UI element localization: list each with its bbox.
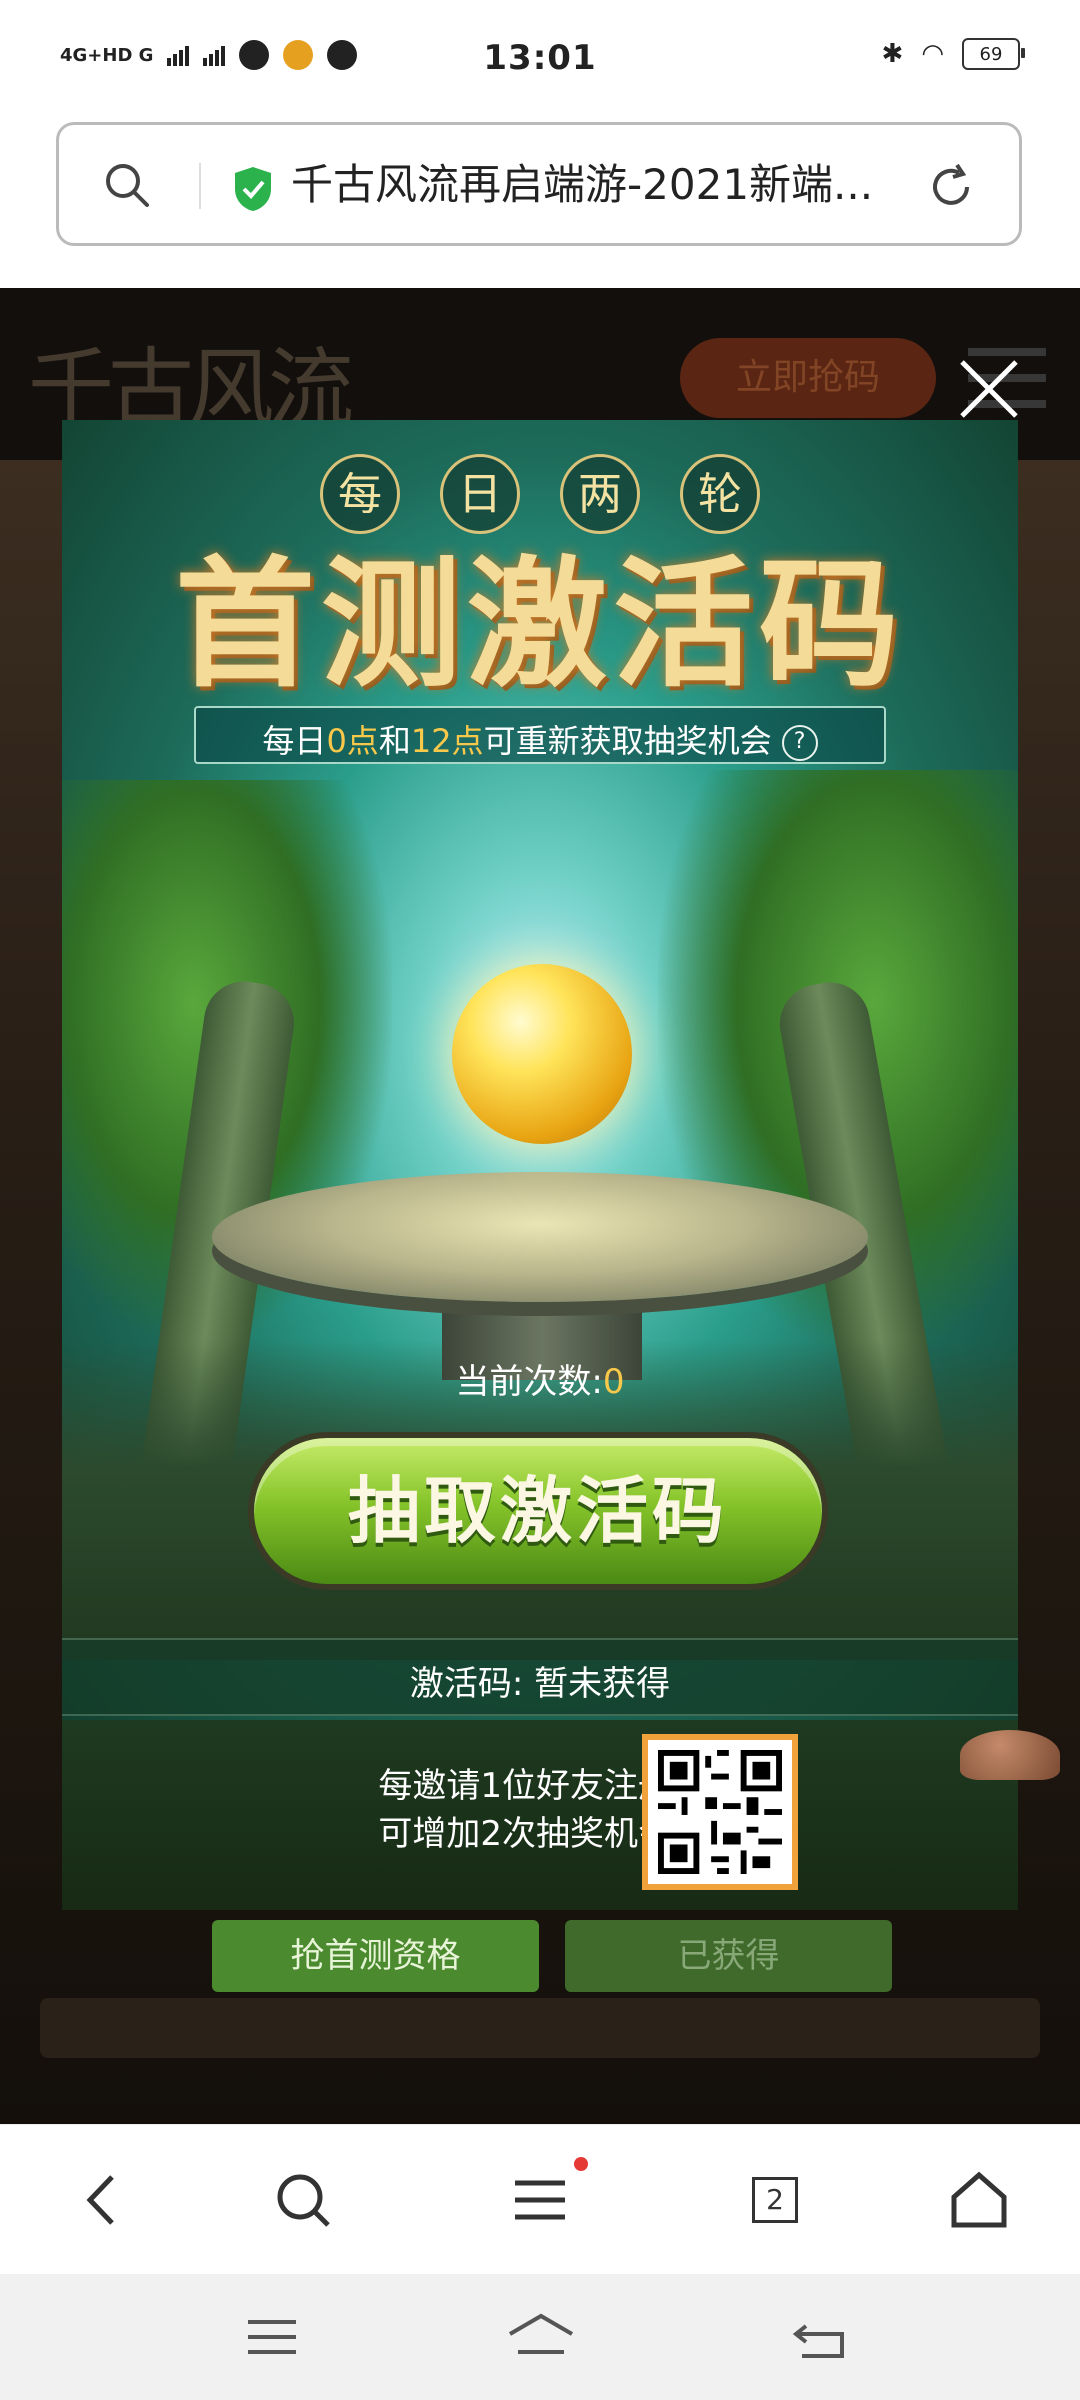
stone-altar (212, 1172, 868, 1302)
menu-icon[interactable] (505, 2165, 575, 2235)
wifi-icon: ◠ (921, 39, 944, 69)
battery-icon: 69 (962, 38, 1025, 70)
wood-bar (40, 1998, 1040, 2058)
close-icon[interactable] (954, 354, 1024, 424)
page-title[interactable]: 千古风流再启端游-2021新端... (291, 153, 931, 217)
activation-code-status: 激活码: 暂未获得 (409, 1664, 671, 1704)
back-icon[interactable] (68, 2165, 138, 2235)
system-nav-bar (0, 2274, 1080, 2400)
recent-apps-icon[interactable] (242, 2312, 302, 2362)
subtitle-text: 每日 (262, 722, 327, 760)
home-icon[interactable] (944, 2165, 1014, 2235)
count-label: 当前次数: (455, 1362, 603, 1402)
reload-icon[interactable] (923, 159, 979, 215)
invite-line-2: 可增加2次抽奖机会 (378, 1814, 672, 1854)
search-icon[interactable] (103, 161, 151, 209)
notification-dot (574, 2157, 588, 2171)
secure-shield-icon (235, 167, 271, 211)
tab-grab-qualification[interactable]: 抢首测资格 (212, 1920, 539, 1992)
modal-title: 首测激活码 (174, 543, 905, 707)
qr-icon (658, 1750, 782, 1874)
search-icon[interactable] (268, 2165, 338, 2235)
draw-code-button[interactable]: 抽取激活码 (248, 1432, 828, 1590)
status-bar: 4G+HD G 13:01 ✱ ◠ 69 (0, 0, 1080, 110)
invite-line-1: 每邀请1位好友注册 (378, 1766, 672, 1806)
status-right: ✱ ◠ 69 (881, 38, 1025, 70)
qualification-tabs: 抢首测资格 已获得 (212, 1920, 892, 1992)
invite-qr-code[interactable] (642, 1734, 798, 1890)
system-back-icon[interactable] (790, 2312, 850, 2362)
address-divider (199, 163, 201, 209)
subtitle: 每日0点和12点可重新获取抽奖机会? (62, 716, 1018, 762)
battery-level: 69 (979, 43, 1003, 65)
golden-orb (452, 964, 632, 1144)
help-icon[interactable]: ? (781, 725, 818, 761)
count-value: 0 (602, 1362, 625, 1402)
subtitle-hour-0: 0点 (326, 722, 379, 760)
mushroom-decoration (960, 1730, 1060, 1780)
tabs-button[interactable]: 2 (752, 2177, 798, 2223)
browser-toolbar: 2 (0, 2124, 1080, 2275)
subtitle-text: 可重新获取抽奖机会 (483, 722, 772, 760)
system-home-icon[interactable] (506, 2312, 576, 2362)
subtitle-text: 和 (378, 722, 411, 760)
activation-modal: 每 日 两 轮 首测激活码 每日0点和12点可重新获取抽奖机会? 当前次数:0 … (62, 420, 1018, 1720)
bluetooth-icon: ✱ (881, 39, 904, 69)
tab-obtained[interactable]: 已获得 (565, 1920, 892, 1992)
address-bar[interactable]: 千古风流再启端游-2021新端... (56, 122, 1022, 246)
draw-count: 当前次数:0 (62, 1354, 1018, 1403)
invite-section: 每邀请1位好友注册 可增加2次抽奖机会 (62, 1720, 1018, 1910)
subtitle-hour-12: 12点 (410, 722, 484, 760)
